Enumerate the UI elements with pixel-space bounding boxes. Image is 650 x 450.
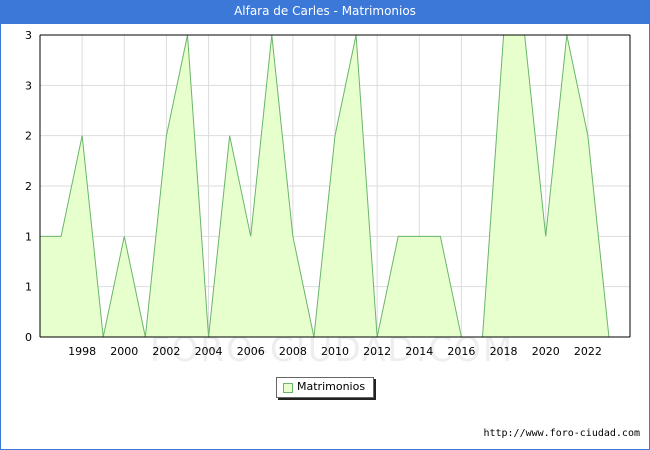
y-tick-label: 1 [25, 230, 32, 243]
y-tick-label: 3 [25, 79, 32, 92]
x-tick-label: 2010 [321, 345, 349, 358]
x-tick-label: 2000 [110, 345, 138, 358]
x-tick-label: 2004 [195, 345, 223, 358]
x-tick-label: 2022 [574, 345, 602, 358]
x-tick-label: 2020 [532, 345, 560, 358]
legend-label: Matrimonios [297, 380, 366, 393]
x-tick-label: 2008 [279, 345, 307, 358]
x-tick-label: 2014 [405, 345, 433, 358]
x-tick-label: 2002 [152, 345, 180, 358]
x-tick-label: 2012 [363, 345, 391, 358]
legend-swatch [283, 383, 293, 393]
y-tick-label: 1 [25, 281, 32, 294]
source-url: http://www.foro-ciudad.com [483, 428, 640, 439]
y-tick-label: 2 [25, 130, 32, 143]
x-tick-label: 2018 [490, 345, 518, 358]
x-tick-label: 2006 [237, 345, 265, 358]
legend: Matrimonios [276, 377, 374, 398]
y-tick-label: 2 [25, 180, 32, 193]
x-tick-label: 2016 [447, 345, 475, 358]
y-tick-label: 0 [25, 331, 32, 344]
y-tick-label: 3 [25, 29, 32, 42]
x-tick-label: 1998 [68, 345, 96, 358]
